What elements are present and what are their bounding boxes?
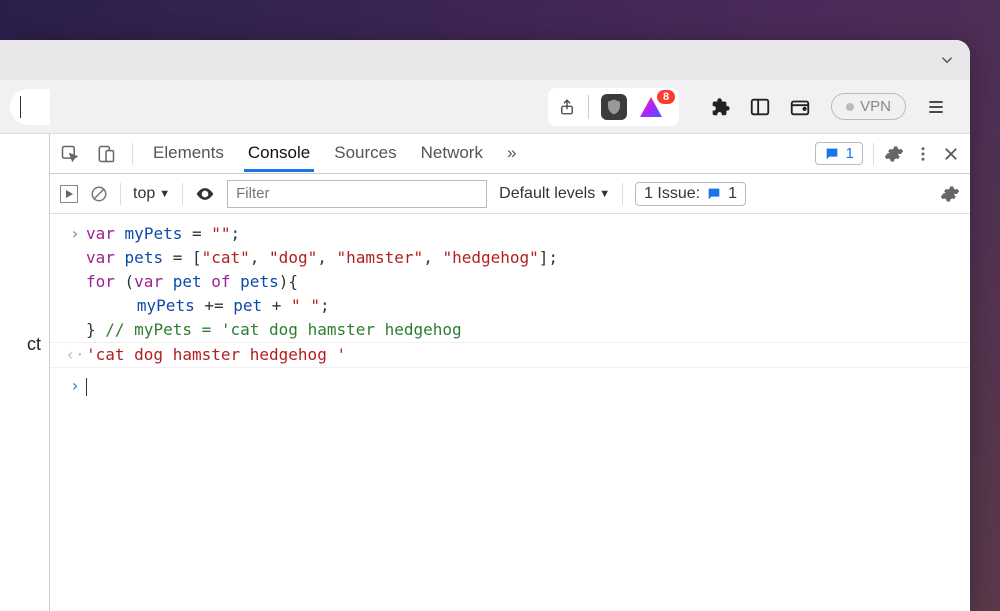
vpn-status-dot <box>846 103 854 111</box>
devtools-panel: Elements Console Sources Network » 1 <box>50 134 970 611</box>
toolbar-icons <box>709 96 811 118</box>
console-prompt[interactable] <box>86 374 87 398</box>
tab-sources[interactable]: Sources <box>330 135 400 172</box>
vpn-button[interactable]: VPN <box>831 93 906 120</box>
tab-console[interactable]: Console <box>244 135 314 172</box>
code-line: myPets += pet + " "; <box>86 294 330 318</box>
page-text-fragment: ct <box>27 334 41 354</box>
browser-window: 8 VPN <box>0 40 970 611</box>
gear-icon[interactable] <box>884 144 904 164</box>
split-view: ct Elements Console Sources Network » <box>0 134 970 611</box>
tab-network[interactable]: Network <box>417 135 487 172</box>
input-marker-icon: › <box>64 222 86 246</box>
levels-arrow: ▼ <box>599 188 610 200</box>
divider <box>588 95 589 119</box>
tab-more[interactable]: » <box>503 135 520 172</box>
rewards-badge: 8 <box>657 90 675 104</box>
device-icon[interactable] <box>96 144 116 164</box>
extension-group: 8 <box>548 88 679 126</box>
brave-shield-icon[interactable] <box>601 94 627 120</box>
console-settings-icon[interactable] <box>940 184 960 204</box>
context-selector[interactable]: top ▼ <box>133 185 170 203</box>
sidebar-icon[interactable] <box>749 96 771 118</box>
filter-input[interactable] <box>227 180 487 208</box>
console-output[interactable]: › var myPets = ""; var pets = ["cat", "d… <box>50 214 970 611</box>
toolbar-right: 8 VPN <box>548 88 960 126</box>
issues-top-badge[interactable]: 1 <box>815 142 863 165</box>
tab-elements[interactable]: Elements <box>149 135 228 172</box>
inspect-icon[interactable] <box>60 144 80 164</box>
toggle-sidebar-icon[interactable] <box>60 185 78 203</box>
tab-bar <box>0 40 970 80</box>
log-levels-selector[interactable]: Default levels ▼ <box>499 185 610 203</box>
console-filterbar: top ▼ Default levels ▼ 1 Issue: 1 <box>50 174 970 214</box>
output-marker-icon: ‹· <box>64 343 86 367</box>
vpn-label: VPN <box>860 98 891 115</box>
context-label: top <box>133 185 155 203</box>
wallet-icon[interactable] <box>789 96 811 118</box>
levels-label: Default levels <box>499 185 595 203</box>
close-icon[interactable] <box>942 145 960 163</box>
issues-top-count: 1 <box>846 145 854 162</box>
clear-console-icon[interactable] <box>90 185 108 203</box>
share-icon[interactable] <box>558 98 576 116</box>
issue-label: 1 Issue: <box>644 185 700 203</box>
code-line: var pets = ["cat", "dog", "hamster", "he… <box>86 246 558 270</box>
url-bar: 8 VPN <box>0 80 970 134</box>
address-input[interactable] <box>10 89 50 125</box>
context-arrow: ▼ <box>159 188 170 200</box>
prompt-marker-icon: › <box>64 374 86 398</box>
devtools-tabbar: Elements Console Sources Network » 1 <box>50 134 970 174</box>
menu-icon[interactable] <box>926 97 946 117</box>
brave-rewards-icon[interactable]: 8 <box>639 94 669 120</box>
live-expression-icon[interactable] <box>195 184 215 204</box>
code-line: for (var pet of pets){ <box>86 270 298 294</box>
code-line: } // myPets = 'cat dog hamster hedgehog <box>86 318 462 342</box>
kebab-icon[interactable] <box>914 145 932 163</box>
page-content: ct <box>0 134 50 611</box>
console-result: 'cat dog hamster hedgehog ' <box>86 343 346 367</box>
extensions-icon[interactable] <box>709 96 731 118</box>
issue-count: 1 <box>728 185 737 203</box>
issues-button[interactable]: 1 Issue: 1 <box>635 182 746 206</box>
chevron-down-icon[interactable] <box>938 51 956 69</box>
code-line: var myPets = ""; <box>86 222 240 246</box>
